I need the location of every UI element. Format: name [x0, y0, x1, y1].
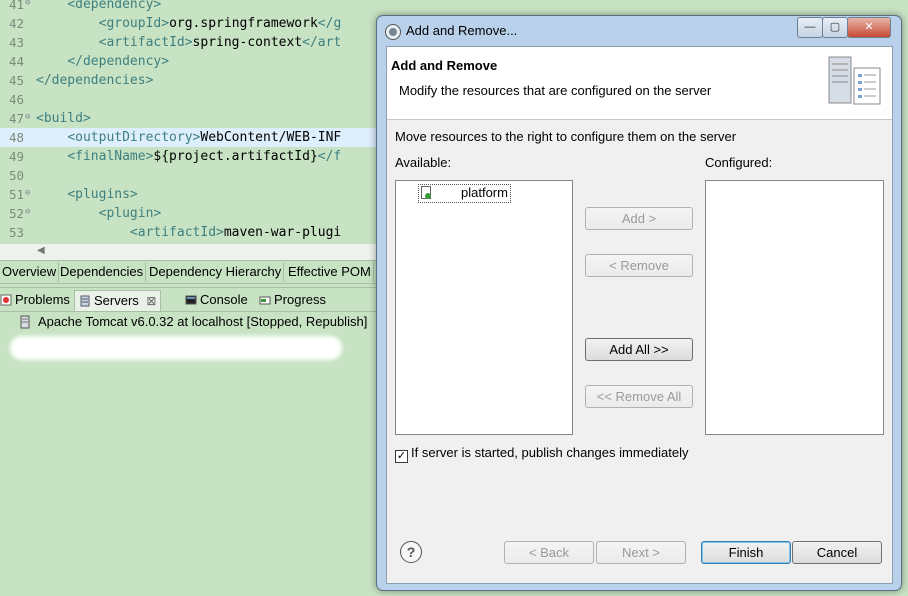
line-number: 47	[8, 111, 24, 126]
minimize-button[interactable]: —	[797, 17, 823, 38]
tab-console-label: Console	[200, 292, 248, 307]
pom-editor[interactable]: 41 ⊖ <dependency> 42 <groupId>org.springfr…	[0, 0, 380, 243]
cancel-button[interactable]: Cancel	[792, 541, 882, 564]
help-icon[interactable]: ?	[400, 541, 422, 563]
line-number: 42	[8, 16, 24, 31]
server-banner-icon	[828, 56, 881, 105]
eclipse-icon	[385, 24, 401, 40]
close-icon[interactable]: ⊠	[146, 294, 156, 308]
tab-effective-pom[interactable]: Effective POM	[286, 262, 374, 282]
list-item[interactable]: platform	[418, 184, 511, 203]
available-label: Available:	[395, 155, 452, 170]
line-number: 43	[8, 35, 24, 50]
add-all-button[interactable]: Add All >>	[585, 338, 693, 361]
code-text: </dependency>	[67, 54, 170, 69]
wizard-description: Modify the resources that are configured…	[399, 83, 712, 98]
dialog-titlebar[interactable]: Add and Remove... — ▢ ✕	[377, 16, 901, 46]
tab-progress[interactable]: Progress	[259, 290, 326, 310]
code-line[interactable]: 48 <outputDirectory>WebContent/WEB-INF	[0, 128, 380, 147]
fold-toggle-icon[interactable]: ⊖	[25, 0, 33, 8]
code-line[interactable]: 41 ⊖ <dependency>	[0, 0, 380, 14]
tab-dependency-hierarchy[interactable]: Dependency Hierarchy	[147, 262, 285, 282]
next-button[interactable]: Next >	[596, 541, 686, 564]
code-line[interactable]: 46	[0, 90, 380, 109]
code-line[interactable]: 51 ⊖ <plugins>	[0, 185, 380, 204]
code-line[interactable]: 53 <artifactId>maven-war-plugi	[0, 223, 380, 242]
editor-horizontal-scrollbar[interactable]: ◀	[0, 243, 380, 261]
line-number: 49	[8, 149, 24, 164]
instruction-text: Move resources to the right to configure…	[395, 129, 737, 144]
maximize-button[interactable]: ▢	[822, 17, 848, 38]
remove-button[interactable]: < Remove	[585, 254, 693, 277]
code-text: <plugin>	[98, 206, 162, 221]
wizard-header: Add and Remove Modify the resources that…	[387, 47, 892, 120]
server-tomcat-row[interactable]: Apache Tomcat v6.0.32 at localhost [Stop…	[38, 314, 367, 329]
view-tabs: Problems Servers ⊠ Console Progress	[0, 287, 380, 312]
scroll-left-icon[interactable]: ◀	[37, 245, 45, 256]
code-text: <artifactId>spring-context</art	[98, 35, 342, 50]
code-text: <finalName>${project.artifactId}</f	[67, 149, 342, 164]
available-list[interactable]: platform	[395, 180, 573, 435]
configured-list[interactable]	[705, 180, 884, 435]
code-text: <artifactId>maven-war-plugi	[129, 225, 342, 240]
code-line[interactable]: 44 </dependency>	[0, 52, 380, 71]
code-line[interactable]: 50	[0, 166, 380, 185]
code-line[interactable]: 52 ⊖ <plugin>	[0, 204, 380, 223]
line-number: 53	[8, 225, 24, 240]
pom-editor-tabs: Overview Dependencies Dependency Hierarc…	[0, 260, 380, 284]
tab-console[interactable]: Console	[185, 290, 248, 310]
line-number: 45	[8, 73, 24, 88]
progress-icon	[259, 296, 271, 305]
dialog-title: Add and Remove...	[406, 23, 518, 38]
publish-option[interactable]: ✓ If server is started, publish changes i…	[395, 445, 688, 463]
code-text: <groupId>org.springframework</g	[98, 16, 342, 31]
back-button[interactable]: < Back	[504, 541, 594, 564]
problems-icon	[0, 294, 12, 306]
code-text: <build>	[36, 111, 91, 126]
tab-problems[interactable]: Problems	[0, 290, 70, 310]
close-button[interactable]: ✕	[847, 17, 891, 38]
publish-checkbox[interactable]: ✓	[395, 450, 408, 463]
tab-overview[interactable]: Overview	[0, 262, 60, 282]
code-line[interactable]: 43 <artifactId>spring-context</art	[0, 33, 380, 52]
line-number: 51	[8, 187, 24, 202]
line-number: 48	[8, 130, 24, 145]
code-text: <outputDirectory>WebContent/WEB-INF	[67, 130, 342, 145]
console-icon	[185, 295, 197, 305]
line-number: 44	[8, 54, 24, 69]
dialog-content: Add and Remove Modify the resources that…	[386, 46, 893, 584]
servers-icon	[80, 295, 90, 307]
fold-toggle-icon[interactable]: ⊖	[25, 113, 33, 122]
code-text: <plugins>	[67, 187, 138, 202]
configured-label: Configured:	[705, 155, 773, 170]
code-text: </dependencies>	[36, 73, 154, 88]
redacted-region	[10, 336, 342, 360]
web-module-icon	[421, 186, 431, 199]
fold-toggle-icon[interactable]: ⊖	[25, 208, 33, 217]
tab-servers-label: Servers	[94, 293, 139, 308]
tab-dependencies[interactable]: Dependencies	[58, 262, 147, 282]
list-item-label: platform	[461, 185, 508, 200]
servers-view: Apache Tomcat v6.0.32 at localhost [Stop…	[0, 311, 380, 371]
add-remove-dialog: Add and Remove... — ▢ ✕ Add and Remove M…	[376, 15, 902, 591]
line-number: 46	[8, 92, 24, 107]
publish-checkbox-label: If server is started, publish changes im…	[411, 445, 689, 460]
line-number: 41	[8, 0, 24, 12]
line-number: 50	[8, 168, 24, 183]
remove-all-button[interactable]: << Remove All	[585, 385, 693, 408]
code-line[interactable]: 45 </dependencies>	[0, 71, 380, 90]
line-number: 52	[8, 206, 24, 221]
add-button[interactable]: Add >	[585, 207, 693, 230]
wizard-title: Add and Remove	[391, 58, 498, 73]
tab-progress-label: Progress	[274, 292, 327, 307]
tomcat-server-icon	[20, 315, 30, 329]
tab-problems-label: Problems	[15, 292, 70, 307]
code-line[interactable]: 49 <finalName>${project.artifactId}</f	[0, 147, 380, 166]
tab-servers[interactable]: Servers ⊠	[74, 290, 162, 311]
finish-button[interactable]: Finish	[701, 541, 791, 564]
code-text: <dependency>	[67, 0, 162, 12]
code-line[interactable]: 42 <groupId>org.springframework</g	[0, 14, 380, 33]
fold-toggle-icon[interactable]: ⊖	[25, 189, 33, 198]
code-line[interactable]: 47 ⊖ <build>	[0, 109, 380, 128]
